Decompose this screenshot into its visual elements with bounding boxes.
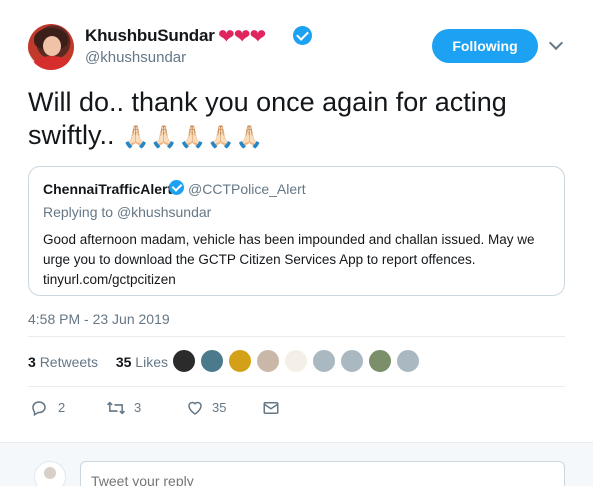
liker-avatar[interactable] (312, 349, 336, 373)
verified-badge-icon (169, 180, 184, 195)
reply-icon (32, 401, 46, 417)
liker-avatar[interactable] (396, 349, 420, 373)
retweets-label[interactable]: Retweets (40, 354, 98, 370)
retweet-count: 3 (134, 400, 142, 415)
retweets-count[interactable]: 3 (28, 354, 36, 370)
quoted-author-name[interactable]: ChennaiTrafficAlert (43, 181, 172, 197)
tweet-header: KhushbuSundar ❤❤❤ @khushsundar Following (0, 0, 593, 80)
reply-count: 2 (58, 400, 66, 415)
tweet-reply-input[interactable] (80, 461, 565, 486)
replying-to-link[interactable]: @khushsundar (117, 204, 211, 220)
retweet-icon (106, 401, 126, 415)
liker-avatar[interactable] (340, 349, 364, 373)
quoted-tweet[interactable]: ChennaiTrafficAlert @CCTPolice_Alert Rep… (28, 166, 565, 296)
liker-avatar[interactable] (284, 349, 308, 373)
liker-avatar[interactable] (172, 349, 196, 373)
engagement-stats: 3 Retweets 35 Likes (28, 354, 168, 370)
tweet-text: Will do.. thank you once again for actin… (28, 86, 568, 153)
author-avatar[interactable] (28, 24, 74, 70)
direct-message-button[interactable] (262, 398, 286, 418)
quoted-tweet-body: Good afternoon madam, vehicle has been i… (43, 232, 535, 287)
replying-to-prefix: Replying to (43, 204, 114, 220)
retweet-button[interactable]: 3 (106, 398, 166, 418)
quoted-author-handle[interactable]: @CCTPolice_Alert (188, 181, 306, 197)
like-count: 35 (212, 400, 227, 415)
chevron-down-icon[interactable] (548, 35, 564, 51)
divider (28, 386, 565, 387)
likes-count[interactable]: 35 (116, 354, 132, 370)
replying-to: Replying to @khushsundar (43, 204, 211, 220)
reply-composer (0, 442, 593, 486)
current-user-avatar (34, 461, 66, 486)
liker-avatar[interactable] (368, 349, 392, 373)
liker-avatar[interactable] (256, 349, 280, 373)
heart-icon (188, 401, 202, 415)
tweet-actions: 2 3 35 (28, 398, 328, 420)
tweet-timestamp[interactable]: 4:58 PM - 23 Jun 2019 (28, 311, 170, 327)
envelope-icon (263, 402, 279, 414)
liker-avatar[interactable] (228, 349, 252, 373)
divider (28, 336, 565, 337)
heart-emoji-icons: ❤❤❤ (218, 26, 266, 48)
verified-badge-icon (293, 26, 312, 45)
folded-hands-emoji-icons: 🙏🏻🙏🏻🙏🏻🙏🏻🙏🏻 (122, 124, 264, 149)
liker-avatar[interactable] (200, 349, 224, 373)
likes-label[interactable]: Likes (135, 354, 168, 370)
author-handle[interactable]: @khushsundar (85, 49, 186, 66)
author-display-name[interactable]: KhushbuSundar (85, 26, 215, 46)
tweet-text-body: Will do.. thank you once again for actin… (28, 87, 507, 150)
reply-button[interactable]: 2 (30, 398, 80, 418)
like-button[interactable]: 35 (186, 398, 246, 418)
following-button[interactable]: Following (432, 29, 538, 63)
